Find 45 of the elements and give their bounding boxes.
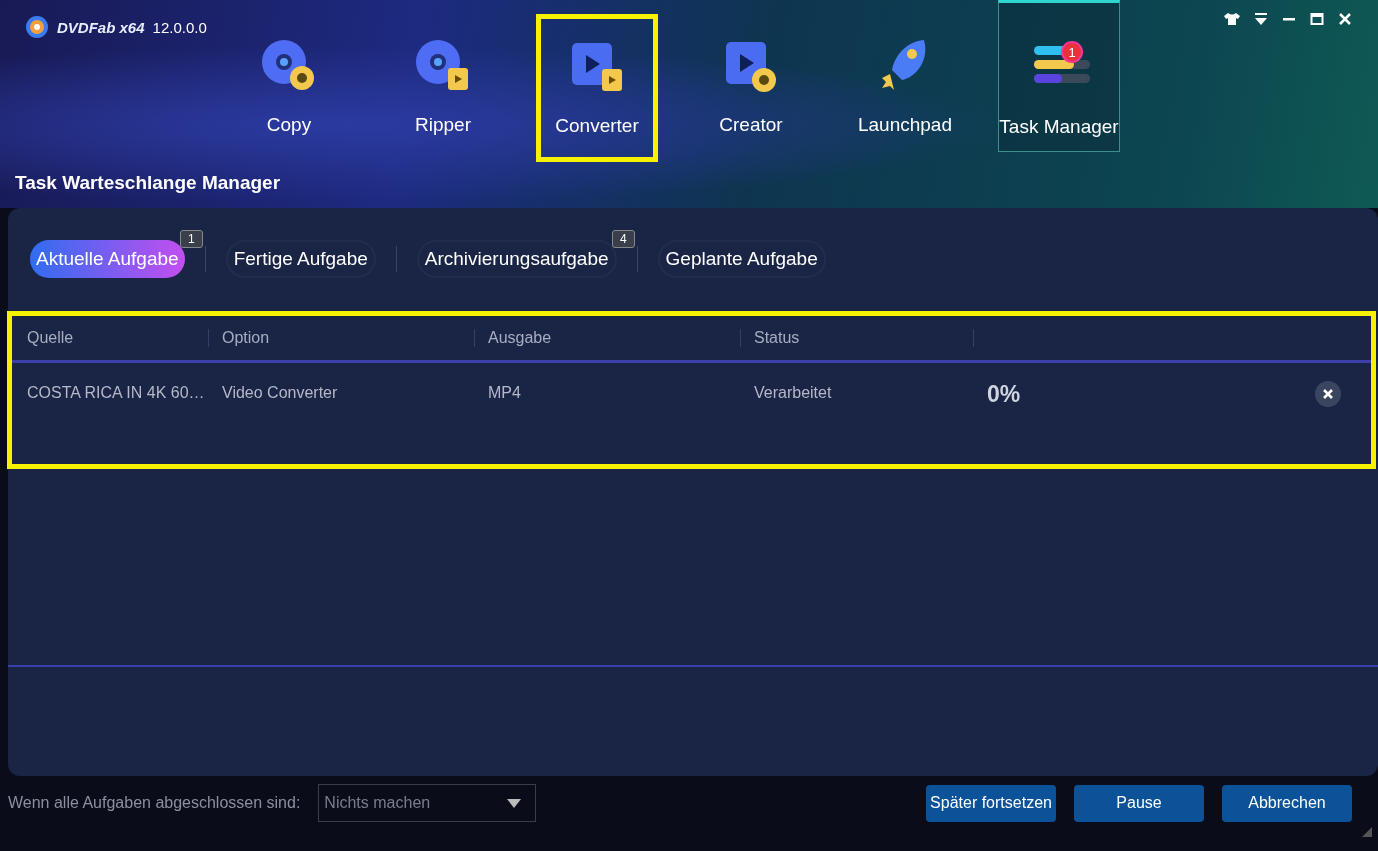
- footer-button[interactable]: Später fortsetzen: [926, 784, 1056, 822]
- footer-button[interactable]: Pause: [1074, 784, 1204, 822]
- nav-label: Creator: [719, 114, 783, 136]
- section-title: Task Warteschlange Manager: [14, 171, 282, 194]
- close-icon[interactable]: [1338, 12, 1352, 26]
- logo-icon: [25, 15, 49, 39]
- logo-text: DVDFab x64: [57, 18, 145, 36]
- nav-label: Copy: [266, 114, 312, 136]
- column-header: Ausgabe: [475, 329, 741, 347]
- maximize-icon[interactable]: [1310, 12, 1324, 26]
- nav-label: Launchpad: [857, 114, 952, 136]
- tab[interactable]: Archivierungsaufgabe: [416, 240, 617, 278]
- nav-item[interactable]: Launchpad: [844, 0, 966, 152]
- caret-icon: [507, 798, 522, 808]
- column-header: Quelle: [12, 329, 209, 347]
- resize-grip-icon[interactable]: [1360, 825, 1374, 839]
- table-cell-text: MP4: [487, 384, 522, 402]
- completion-action-dropdown[interactable]: Nichts machen: [318, 784, 537, 822]
- nav-label: Ripper: [415, 114, 471, 136]
- close-icon: [1322, 388, 1334, 400]
- tab[interactable]: Fertige Aufgabe: [225, 240, 376, 278]
- footer-label: Wenn alle Aufgaben abgeschlossen sind:: [8, 794, 301, 812]
- nav-item[interactable]: Creator: [690, 0, 812, 152]
- nav-label: Task Manager: [999, 116, 1119, 138]
- table-cell-text: COSTA RICA IN 4K 60…: [26, 384, 206, 402]
- notification-badge: 1: [1061, 41, 1083, 63]
- tab[interactable]: Geplante Aufgabe: [657, 240, 826, 278]
- version-text: 12.0.0.0: [152, 18, 207, 36]
- shirt-icon[interactable]: [1224, 12, 1240, 26]
- nav-item[interactable]: Ripper: [382, 0, 504, 152]
- column-header: Option: [209, 329, 475, 347]
- tab[interactable]: Aktuelle Aufgabe: [30, 240, 185, 278]
- table-cell-text: Video Converter: [221, 384, 339, 402]
- nav-label: Converter: [555, 115, 639, 137]
- nav-item[interactable]: 1 Task Manager: [998, 0, 1120, 152]
- count-badge: 4: [611, 230, 635, 248]
- nav-item[interactable]: Copy: [228, 0, 350, 152]
- table-cell-text: Verarbeitet: [753, 384, 833, 402]
- remove-task-button[interactable]: [1315, 381, 1341, 407]
- highlighted-nav-item[interactable]: Converter: [536, 14, 658, 162]
- progress-percent: 0%: [986, 381, 1022, 408]
- count-badge: 1: [179, 230, 203, 248]
- dropdown-menu-icon[interactable]: [1254, 12, 1268, 26]
- column-header: Status: [741, 329, 974, 347]
- footer-button[interactable]: Abbrechen: [1222, 784, 1352, 822]
